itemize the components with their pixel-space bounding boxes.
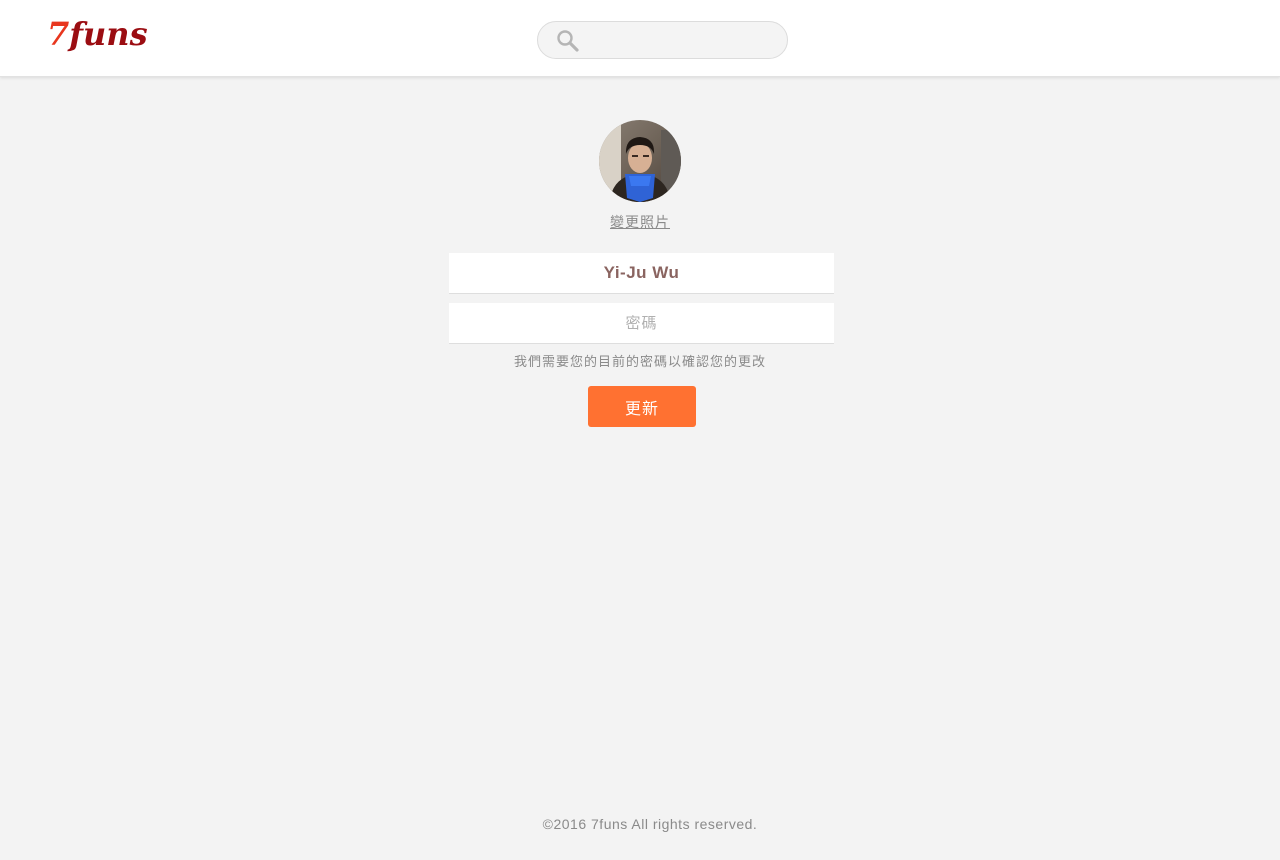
password-input[interactable] xyxy=(449,303,834,343)
update-button[interactable]: 更新 xyxy=(588,386,696,427)
password-field[interactable] xyxy=(449,303,834,344)
search-bar[interactable] xyxy=(537,21,788,59)
avatar xyxy=(599,120,681,202)
display-name: Yi-Ju Wu xyxy=(603,263,680,282)
change-photo-link[interactable]: 變更照片 xyxy=(0,212,1280,232)
password-hint: 我們需要您的目前的密碼以確認您的更改 xyxy=(513,354,766,369)
search-input[interactable] xyxy=(588,26,778,54)
site-logo[interactable]: 7funs xyxy=(47,14,148,54)
top-header: 7funs xyxy=(0,0,1280,77)
search-icon[interactable] xyxy=(556,29,580,53)
logo-word: funs xyxy=(69,15,148,53)
logo-digit: 7 xyxy=(47,15,70,53)
footer-copyright: ©2016 7funs All rights reserved. xyxy=(542,816,758,832)
name-field[interactable]: Yi-Ju Wu xyxy=(449,253,834,294)
